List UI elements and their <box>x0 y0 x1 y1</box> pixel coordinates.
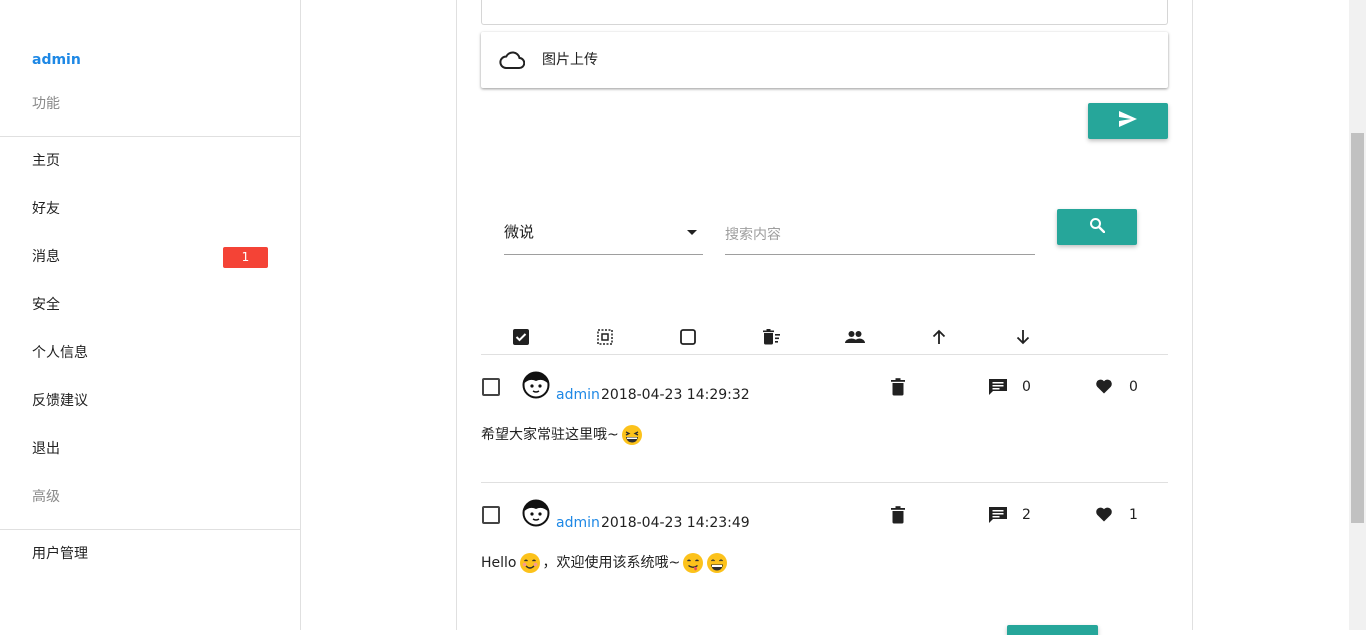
laughing-emoji-icon <box>621 424 643 446</box>
sidebar-item-profile[interactable]: 个人信息 <box>32 343 88 363</box>
search-input[interactable] <box>725 216 1035 255</box>
messages-badge: 1 <box>223 247 268 268</box>
batch-toolbar <box>481 320 1168 355</box>
like-count: 1 <box>1129 507 1138 523</box>
heart-icon[interactable] <box>1095 506 1115 524</box>
image-upload-label: 图片上传 <box>542 52 598 68</box>
post-type-selected: 微说 <box>504 223 535 241</box>
delete-icon[interactable] <box>891 378 907 396</box>
sidebar-section-advanced: 高级 <box>32 489 60 505</box>
load-more-button[interactable] <box>1007 625 1098 635</box>
sidebar-section-functions: 功能 <box>32 96 60 112</box>
like-count: 0 <box>1129 379 1138 395</box>
post-timestamp: 2018-04-23 14:29:32 <box>601 387 750 403</box>
post-content: 希望大家常驻这里哦~ <box>481 423 643 447</box>
post-text: 希望大家常驻这里哦~ <box>481 427 619 443</box>
post-divider <box>481 482 1168 483</box>
comment-icon[interactable] <box>988 506 1008 524</box>
smiling-emoji-icon <box>519 552 541 574</box>
group-icon[interactable] <box>845 327 865 347</box>
sidebar: admin 功能 主页 好友 消息 1 安全 个人信息 反馈建议 退出 高级 用… <box>0 0 301 630</box>
sidebar-divider <box>0 529 300 530</box>
post-checkbox[interactable] <box>482 506 500 524</box>
sort-asc-icon[interactable] <box>929 327 949 347</box>
send-icon <box>1118 110 1138 132</box>
post-textarea[interactable] <box>481 0 1168 25</box>
sidebar-item-home[interactable]: 主页 <box>32 151 60 171</box>
post-content: Hello ，欢迎使用该系统哦~ <box>481 551 728 575</box>
delete-selected-icon[interactable] <box>762 327 782 347</box>
chevron-down-icon <box>687 230 697 235</box>
deselect-icon[interactable] <box>678 327 698 347</box>
search-icon <box>1089 217 1106 237</box>
post-author[interactable]: admin <box>556 513 600 533</box>
avatar[interactable] <box>522 371 550 399</box>
sidebar-divider <box>0 136 300 137</box>
sidebar-username[interactable]: admin <box>32 50 81 70</box>
sidebar-item-feedback[interactable]: 反馈建议 <box>32 391 88 411</box>
sidebar-item-user-management[interactable]: 用户管理 <box>32 544 88 564</box>
delete-icon[interactable] <box>891 506 907 524</box>
sidebar-item-friends[interactable]: 好友 <box>32 199 60 219</box>
comment-icon[interactable] <box>988 378 1008 396</box>
sort-desc-icon[interactable] <box>1013 327 1033 347</box>
send-button[interactable] <box>1088 103 1168 139</box>
sidebar-item-security[interactable]: 安全 <box>32 295 60 315</box>
comment-count: 0 <box>1022 379 1031 395</box>
cloud-upload-icon <box>499 50 526 70</box>
page-scrollbar[interactable] <box>1349 0 1366 630</box>
image-upload-bar[interactable]: 图片上传 <box>481 32 1168 88</box>
sidebar-item-logout[interactable]: 退出 <box>32 439 60 459</box>
post-text-part: ，欢迎使用该系统哦~ <box>542 555 681 571</box>
scrollbar-thumb[interactable] <box>1351 133 1364 523</box>
post-type-select[interactable]: 微说 <box>504 216 703 255</box>
post-author[interactable]: admin <box>556 385 600 405</box>
post-timestamp: 2018-04-23 14:23:49 <box>601 515 750 531</box>
heart-icon[interactable] <box>1095 378 1115 396</box>
sidebar-item-messages[interactable]: 消息 <box>32 247 60 267</box>
select-all-icon[interactable] <box>511 327 531 347</box>
avatar[interactable] <box>522 499 550 527</box>
main-column <box>456 0 1193 630</box>
yum-emoji-icon <box>682 552 704 574</box>
search-button[interactable] <box>1057 209 1137 245</box>
select-inverse-icon[interactable] <box>595 327 615 347</box>
post-text-part: Hello <box>481 555 517 571</box>
post-checkbox[interactable] <box>482 378 500 396</box>
grinning-emoji-icon <box>706 552 728 574</box>
comment-count: 2 <box>1022 507 1031 523</box>
